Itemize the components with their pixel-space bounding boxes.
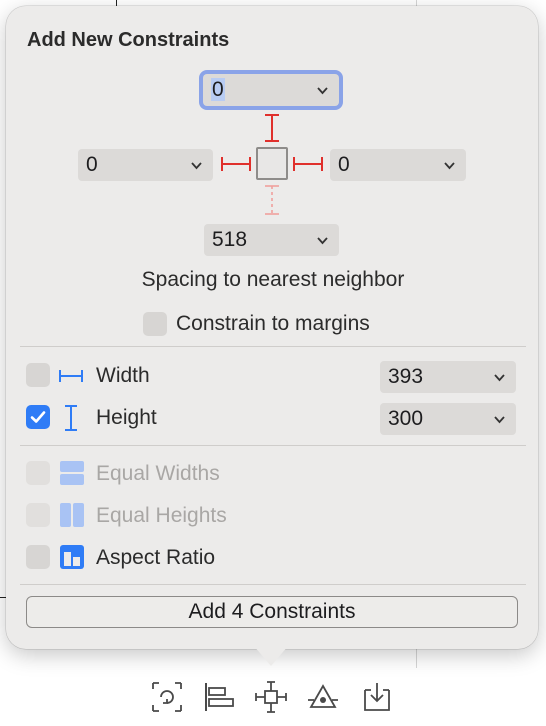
width-checkbox[interactable] <box>26 363 50 387</box>
bottom-spacing-value: 518 <box>212 228 248 251</box>
width-value: 393 <box>388 365 424 388</box>
constrain-to-margins-label: Constrain to margins <box>176 312 370 335</box>
chevron-down-icon <box>494 416 505 424</box>
left-spacing-dropdown[interactable]: 0 <box>78 149 213 181</box>
update-frames-icon[interactable] <box>150 680 184 714</box>
right-constraint-strut[interactable] <box>292 154 324 174</box>
equal-heights-checkbox[interactable] <box>26 503 50 527</box>
height-value: 300 <box>388 407 424 430</box>
right-spacing-dropdown[interactable]: 0 <box>330 149 466 181</box>
bottom-constraint-strut[interactable] <box>262 184 282 216</box>
right-spacing-value: 0 <box>338 153 350 176</box>
add-constraints-icon[interactable] <box>254 680 288 714</box>
equal-heights-label: Equal Heights <box>96 504 227 527</box>
add-constraints-button[interactable]: Add 4 Constraints <box>26 596 518 628</box>
separator <box>20 445 526 446</box>
chevron-down-icon <box>444 162 455 170</box>
height-icon <box>65 405 77 431</box>
equal-widths-label: Equal Widths <box>96 462 220 485</box>
left-constraint-strut[interactable] <box>220 154 252 174</box>
height-label: Height <box>96 406 157 429</box>
left-spacing-value: 0 <box>86 153 98 176</box>
resolve-issues-icon[interactable] <box>306 680 340 714</box>
constrain-to-margins-checkbox[interactable] <box>143 312 167 336</box>
checkmark-icon <box>30 411 46 423</box>
width-icon <box>59 370 83 382</box>
chevron-down-icon <box>317 237 328 245</box>
selected-view-box <box>256 147 288 180</box>
bottom-spacing-dropdown[interactable]: 518 <box>204 224 339 256</box>
top-spacing-value: 0 <box>211 78 225 101</box>
width-value-dropdown[interactable]: 393 <box>380 361 516 393</box>
embed-in-icon[interactable] <box>360 680 394 714</box>
height-checkbox[interactable] <box>26 405 50 429</box>
equal-widths-checkbox[interactable] <box>26 461 50 485</box>
top-spacing-dropdown[interactable]: 0 <box>203 74 339 106</box>
chevron-down-icon <box>191 162 202 170</box>
popover-arrow <box>254 646 288 666</box>
height-value-dropdown[interactable]: 300 <box>380 403 516 435</box>
chevron-down-icon <box>317 87 328 95</box>
equal-widths-icon <box>60 461 84 485</box>
width-label: Width <box>96 364 150 387</box>
aspect-ratio-icon <box>60 545 84 569</box>
aspect-ratio-label: Aspect Ratio <box>96 546 216 569</box>
chevron-down-icon <box>494 374 505 382</box>
top-constraint-strut[interactable] <box>262 113 282 143</box>
spacing-caption: Spacing to nearest neighbor <box>141 268 405 291</box>
popover-title: Add New Constraints <box>27 29 230 51</box>
equal-heights-icon <box>60 503 84 527</box>
aspect-ratio-checkbox[interactable] <box>26 545 50 569</box>
align-icon[interactable] <box>202 680 236 714</box>
separator <box>20 584 526 585</box>
separator <box>20 346 526 347</box>
